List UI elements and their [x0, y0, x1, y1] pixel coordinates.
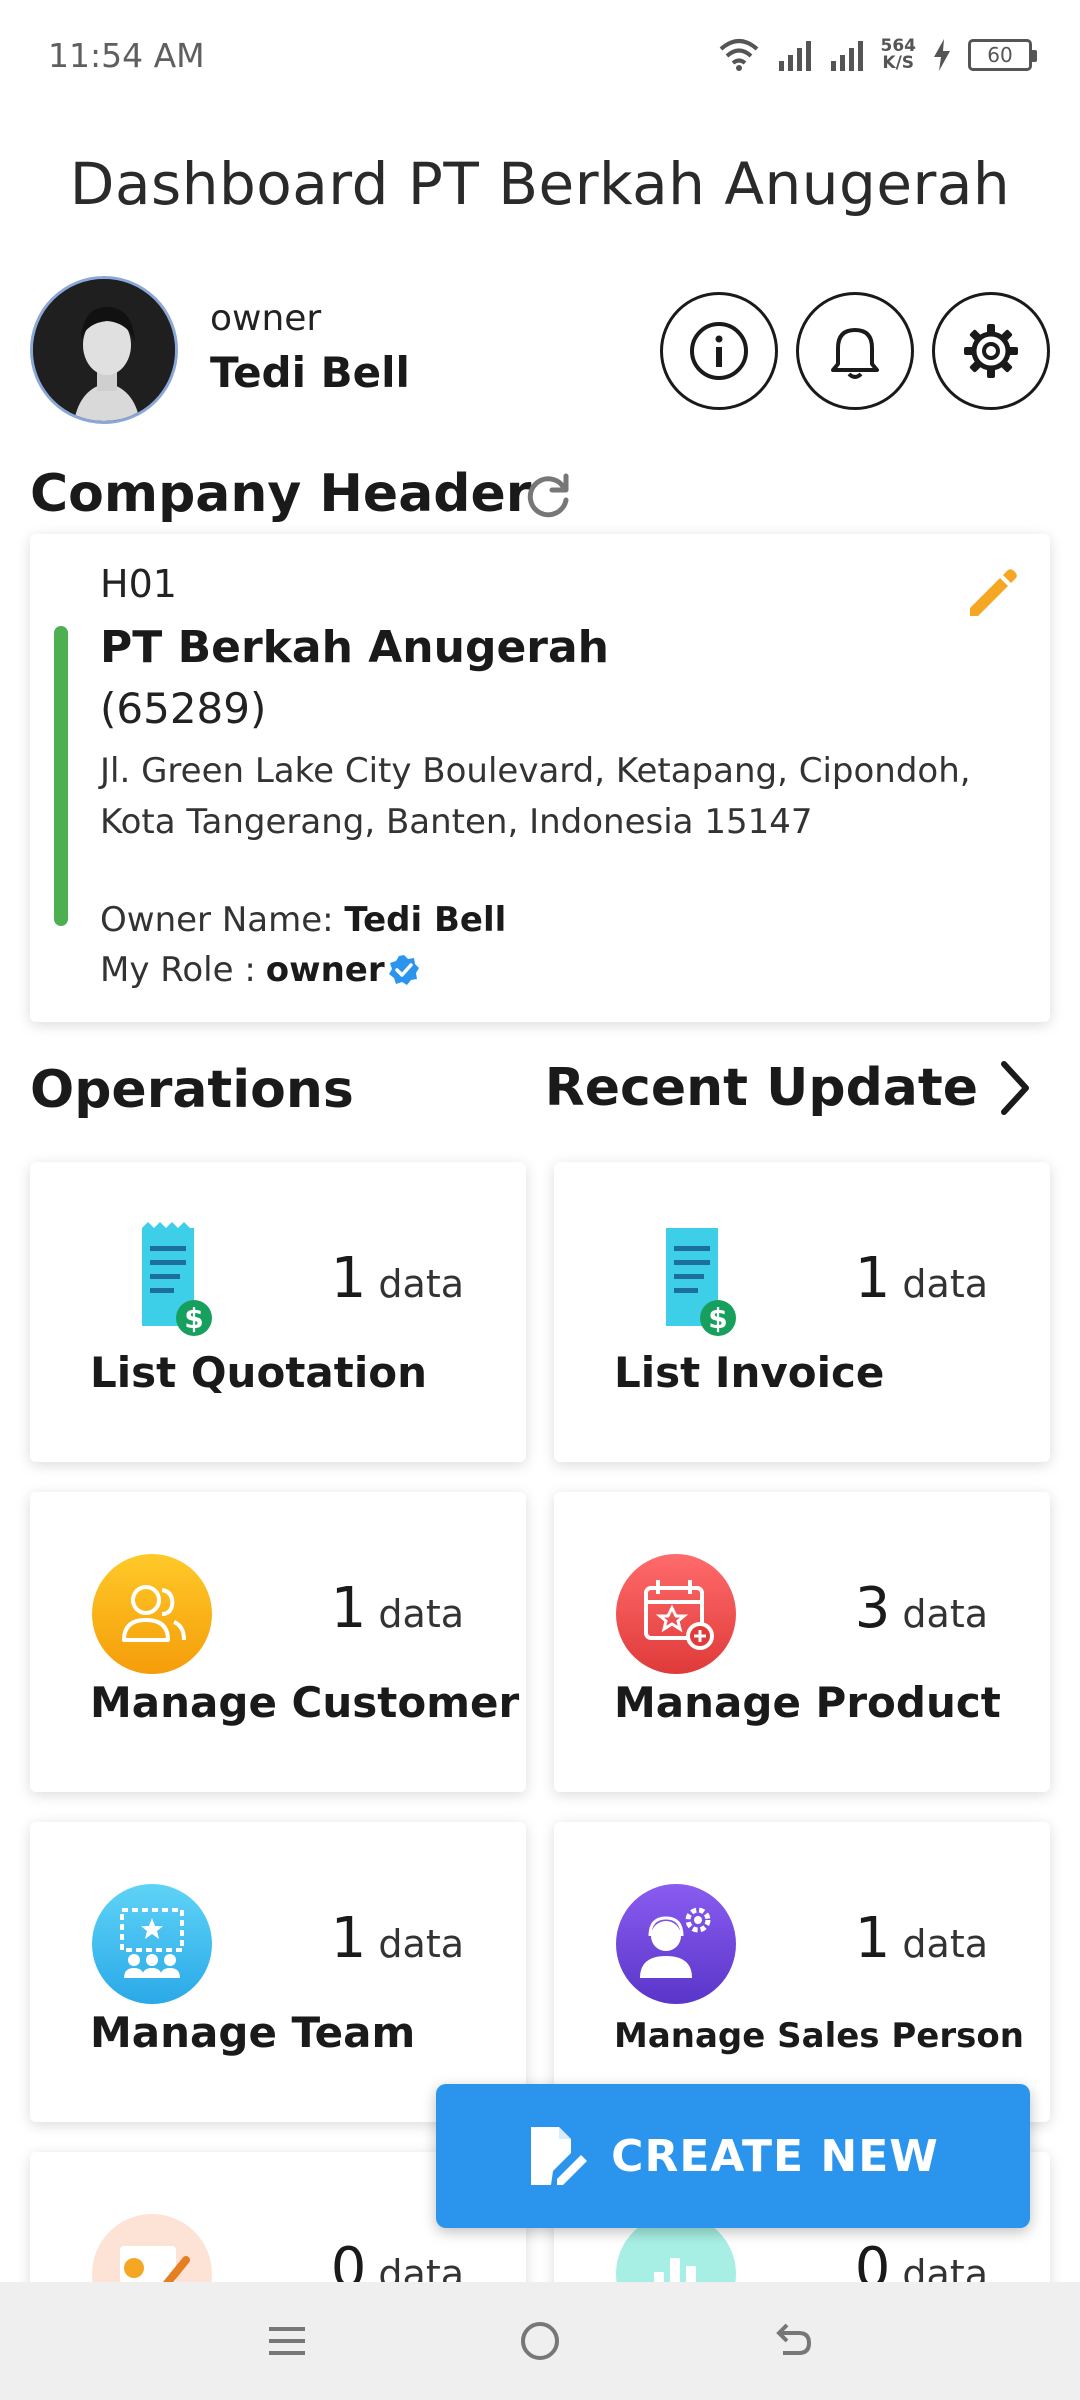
data-word: data	[378, 1592, 464, 1636]
signal-icon	[778, 41, 811, 71]
chevron-right-icon	[1001, 1061, 1029, 1115]
tile-count: 3 data	[855, 1576, 988, 1641]
page-title: Dashboard PT Berkah Anugerah	[69, 150, 1011, 218]
info-icon	[690, 322, 748, 380]
company-address: Jl. Green Lake City Boulevard, Ketapang,…	[100, 751, 971, 842]
invoice-receipt-icon: $	[666, 1228, 736, 1336]
tile-label: Manage Team	[90, 2008, 416, 2057]
company-card: H01 PT Berkah Anugerah (65289) Jl. Green…	[30, 534, 1050, 1022]
count-value: 1	[330, 1906, 367, 1971]
product-calendar-icon	[616, 1554, 736, 1674]
battery-icon: 60	[968, 39, 1037, 71]
edit-icon[interactable]	[962, 564, 1022, 624]
customer-group-icon	[92, 1554, 212, 1674]
data-word: data	[378, 1262, 464, 1306]
company-code: H01	[100, 562, 177, 606]
bell-icon	[831, 328, 879, 379]
tile-count: 1 data	[331, 1906, 464, 1971]
tile-count: 1 data	[855, 1906, 988, 1971]
status-time: 11:54 AM	[48, 35, 205, 75]
wifi-icon	[719, 39, 758, 71]
sales-person-icon	[616, 1884, 736, 2004]
tile-manage-team[interactable]: 1 data Manage Team	[30, 1822, 526, 2122]
avatar[interactable]	[30, 276, 178, 424]
data-word: data	[902, 1922, 988, 1966]
create-new-button[interactable]: CREATE NEW	[436, 2084, 1030, 2228]
net-speed: 564 K/S	[881, 38, 917, 72]
tile-label: List Quotation	[90, 1348, 427, 1397]
team-icon	[92, 1884, 212, 2004]
tile-manage-product[interactable]: 3 data Manage Product	[554, 1492, 1050, 1792]
recent-update-link[interactable]: Recent Update	[545, 1058, 1030, 1118]
home-icon[interactable]	[518, 2319, 562, 2363]
signal-icon-2	[830, 41, 863, 71]
info-button[interactable]	[660, 292, 778, 410]
profile-role: owner	[210, 298, 322, 339]
count-value: 1	[330, 1576, 367, 1641]
tile-label: Manage Product	[614, 1678, 1001, 1727]
owner-name: Tedi Bell	[344, 900, 507, 940]
svg-text:$: $	[708, 1302, 727, 1335]
company-section-title: Company Header	[30, 464, 532, 524]
data-word: data	[902, 1262, 988, 1306]
count-value: 1	[854, 1906, 891, 1971]
profile-name: Tedi Bell	[210, 348, 410, 397]
role-value: owner	[265, 950, 385, 990]
company-owner: Owner Name: Tedi Bell	[100, 900, 506, 940]
tile-list-invoice[interactable]: $ 1 data List Invoice	[554, 1162, 1050, 1462]
tile-count: 1 data	[331, 1576, 464, 1641]
gear-icon	[964, 324, 1018, 378]
company-number: (65289)	[100, 684, 267, 733]
count-value: 1	[330, 1246, 367, 1311]
data-word: data	[902, 1592, 988, 1636]
document-edit-icon	[531, 2127, 588, 2185]
svg-text:$: $	[184, 1302, 203, 1335]
notification-button[interactable]	[796, 292, 914, 410]
charging-icon	[934, 39, 950, 71]
tile-manage-customer[interactable]: 1 data Manage Customer	[30, 1492, 526, 1792]
role-label: My Role :	[100, 950, 256, 990]
recent-update-label: Recent Update	[544, 1058, 978, 1118]
tile-count: 1 data	[331, 1246, 464, 1311]
company-role: My Role : owner	[100, 950, 421, 990]
tile-label: Manage Sales Person	[614, 2016, 1024, 2056]
count-value: 1	[854, 1246, 891, 1311]
refresh-icon[interactable]	[520, 468, 576, 524]
status-accent-bar	[54, 626, 68, 926]
tile-label: List Invoice	[614, 1348, 885, 1397]
net-speed-unit: K/S	[882, 53, 915, 73]
tile-count: 1 data	[855, 1246, 988, 1311]
create-new-label: CREATE NEW	[611, 2130, 939, 2182]
system-nav-bar	[0, 2282, 1080, 2400]
settings-button[interactable]	[932, 292, 1050, 410]
owner-label: Owner Name:	[100, 900, 345, 940]
quotation-receipt-icon: $	[142, 1222, 212, 1336]
operations-title: Operations	[30, 1060, 354, 1120]
status-bar: 11:54 AM 564 K/S 60	[0, 0, 1080, 110]
verified-badge-icon	[388, 955, 419, 985]
data-word: data	[378, 1922, 464, 1966]
tile-label: Manage Customer	[90, 1678, 520, 1727]
count-value: 3	[854, 1576, 891, 1641]
avatar-portrait-icon	[33, 279, 175, 421]
menu-icon[interactable]	[265, 2319, 309, 2363]
status-icons: 564 K/S 60	[717, 37, 1037, 73]
tile-manage-sales-person[interactable]: 1 data Manage Sales Person	[554, 1822, 1050, 2122]
back-icon[interactable]	[771, 2319, 815, 2363]
company-name: PT Berkah Anugerah	[100, 622, 610, 673]
tile-list-quotation[interactable]: $ 1 data List Quotation	[30, 1162, 526, 1462]
